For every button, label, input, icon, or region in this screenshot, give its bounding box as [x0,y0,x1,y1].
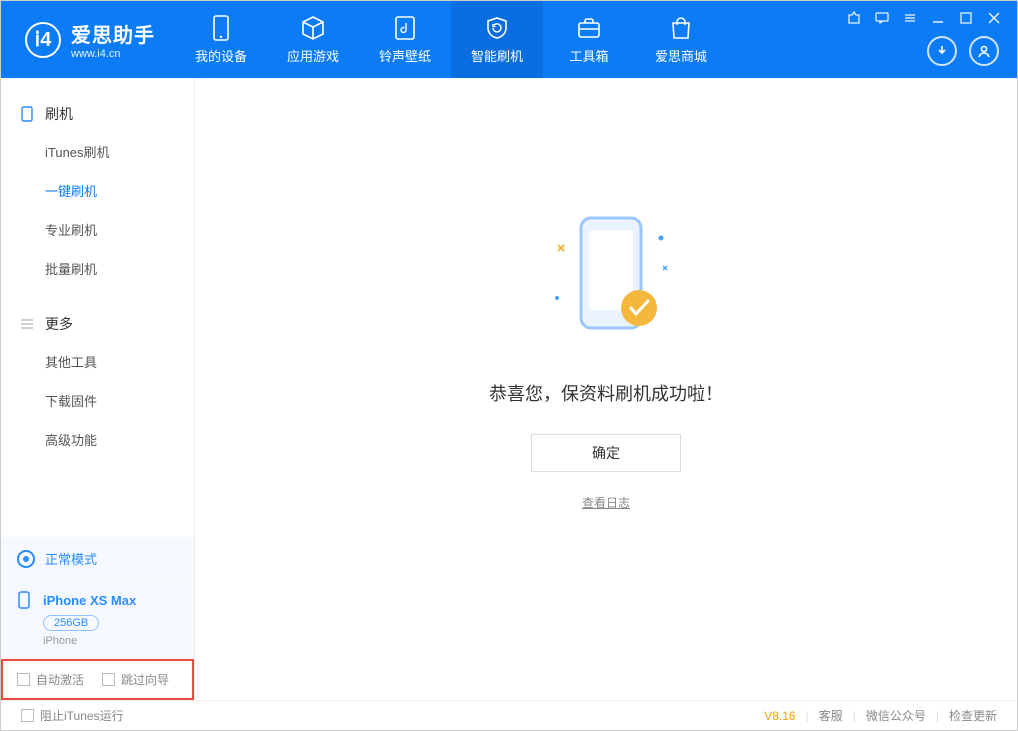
status-dot-icon [17,550,35,568]
menu-icon[interactable] [901,9,919,27]
list-icon [19,316,35,332]
sidebar-group-more[interactable]: 更多 [1,306,194,342]
sidebar-item-other-tools[interactable]: 其他工具 [1,342,194,381]
tab-store[interactable]: 爱思商城 [635,1,727,78]
success-message: 恭喜您，保资料刷机成功啦！ [489,380,723,406]
device-icon [19,106,35,122]
device-name: iPhone XS Max [43,593,136,608]
status-label: 正常模式 [45,549,97,568]
device-info[interactable]: iPhone XS Max 256GB iPhone [1,581,194,659]
checkbox-skip-guide[interactable]: 跳过向导 [102,671,169,688]
footer-link-wechat[interactable]: 微信公众号 [866,707,926,724]
footer: 阻止iTunes运行 V8.16 | 客服 | 微信公众号 | 检查更新 [1,700,1017,730]
footer-link-update[interactable]: 检查更新 [949,707,997,724]
footer-link-support[interactable]: 客服 [819,707,843,724]
phone-icon [208,15,234,41]
user-button[interactable] [969,36,999,66]
tab-apps-games[interactable]: 应用游戏 [267,1,359,78]
sidebar-group-flash[interactable]: 刷机 [1,96,194,132]
checkbox-auto-activate[interactable]: 自动激活 [17,671,84,688]
app-subtitle: www.i4.cn [71,48,155,60]
window-controls [845,9,1003,27]
sidebar-item-oneclick-flash[interactable]: 一键刷机 [1,171,194,210]
tab-ringtone-wallpaper[interactable]: 铃声壁纸 [359,1,451,78]
sidebar-item-batch-flash[interactable]: 批量刷机 [1,249,194,288]
briefcase-icon [576,15,602,41]
feedback-icon[interactable] [873,9,891,27]
tab-my-device[interactable]: 我的设备 [175,1,267,78]
success-illustration [521,208,691,348]
nav-tabs: 我的设备 应用游戏 铃声壁纸 智能刷机 工具箱 爱思商城 [175,1,727,78]
highlighted-options: 自动激活 跳过向导 [1,659,194,700]
version-label: V8.16 [764,709,795,723]
cube-icon [300,15,326,41]
tab-smart-flash[interactable]: 智能刷机 [451,1,543,78]
shopping-bag-icon [668,15,694,41]
app-title: 爱思助手 [71,19,155,48]
logo: ⅰ4 爱思助手 www.i4.cn [1,19,175,60]
sidebar-item-itunes-flash[interactable]: iTunes刷机 [1,132,194,171]
app-header: ⅰ4 爱思助手 www.i4.cn 我的设备 应用游戏 铃声壁纸 智能刷机 工具… [1,1,1017,78]
sidebar-item-advanced[interactable]: 高级功能 [1,420,194,459]
logo-icon: ⅰ4 [25,22,61,58]
phone-small-icon [17,591,35,609]
shield-refresh-icon [484,15,510,41]
music-file-icon [392,15,418,41]
device-type: iPhone [43,635,178,647]
main-content: 恭喜您，保资料刷机成功啦！ 确定 查看日志 [195,78,1017,700]
tab-toolbox[interactable]: 工具箱 [543,1,635,78]
device-status[interactable]: 正常模式 [1,537,194,580]
checkbox-block-itunes[interactable]: 阻止iTunes运行 [21,707,124,724]
close-icon[interactable] [985,9,1003,27]
device-capacity: 256GB [43,615,99,631]
download-button[interactable] [927,36,957,66]
minimize-icon[interactable] [929,9,947,27]
view-log-link[interactable]: 查看日志 [582,494,630,511]
maximize-icon[interactable] [957,9,975,27]
theme-icon[interactable] [845,9,863,27]
sidebar-item-pro-flash[interactable]: 专业刷机 [1,210,194,249]
sidebar-item-download-firmware[interactable]: 下载固件 [1,381,194,420]
sidebar: 刷机 iTunes刷机 一键刷机 专业刷机 批量刷机 更多 其他工具 下载固件 … [1,78,195,700]
ok-button[interactable]: 确定 [531,434,681,472]
